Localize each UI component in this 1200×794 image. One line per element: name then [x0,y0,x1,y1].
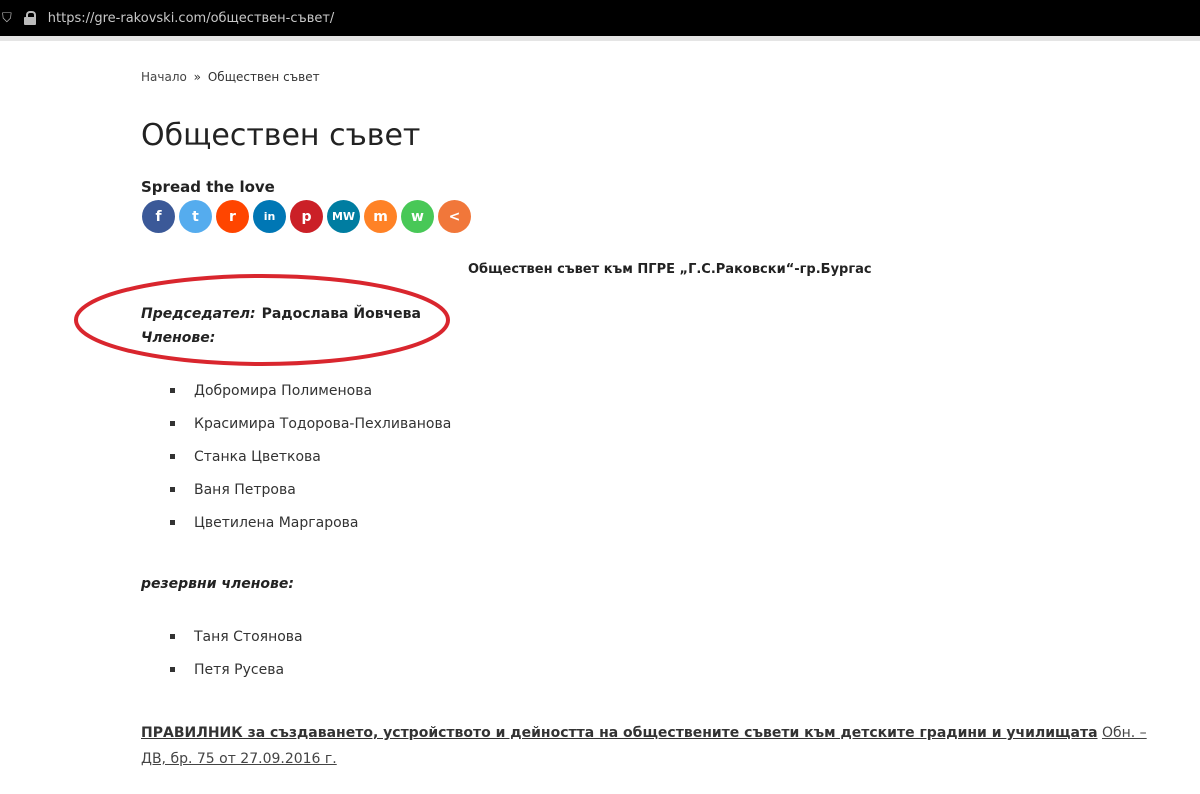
reddit-icon: r [229,208,236,225]
browser-divider [0,36,1200,41]
regulation-link[interactable]: ПРАВИЛНИК за създаването, устройството и… [141,725,1098,741]
linkedin-share-button[interactable]: in [253,200,286,233]
browser-address-bar: ⛉ https://gre-rakovski.com/обществен-съв… [0,0,1200,36]
page-title: Обществен съвет [141,118,421,153]
bullet-icon [170,634,175,639]
list-item: Таня Стоянова [170,620,303,653]
share-buttons: f t r in p MW m w < [142,200,471,233]
pinterest-icon: p [301,208,312,225]
annotation-ellipse [74,274,450,366]
twitter-share-button[interactable]: t [179,200,212,233]
shield-icon: ⛉ [2,10,12,26]
list-item: Ваня Петрова [170,473,451,506]
bullet-icon [170,487,175,492]
bullet-icon [170,667,175,672]
member-name: Станка Цветкова [194,448,321,465]
list-item: Красимира Тодорова-Пехливанова [170,407,451,440]
member-name: Цветилена Маргарова [194,514,359,531]
breadcrumb: Начало » Обществен съвет [141,70,320,84]
mix-share-button[interactable]: m [364,200,397,233]
breadcrumb-separator: » [193,70,202,84]
twitter-icon: t [192,208,199,225]
member-name: Ваня Петрова [194,481,296,498]
breadcrumb-current: Обществен съвет [207,70,320,84]
whatsapp-share-button[interactable]: w [401,200,434,233]
bullet-icon [170,421,175,426]
lock-icon [23,11,36,25]
list-item: Цветилена Маргарова [170,506,451,539]
share-heading: Spread the love [141,178,275,196]
bullet-icon [170,520,175,525]
linkedin-icon: in [263,210,276,223]
reserve-members-label: резервни членове: [141,576,294,592]
facebook-share-button[interactable]: f [142,200,175,233]
list-item: Станка Цветкова [170,440,451,473]
council-heading: Обществен съвет към ПГРЕ „Г.С.Раковски“-… [468,262,872,277]
more-icon: < [448,208,461,225]
breadcrumb-home-link[interactable]: Начало [141,70,187,84]
more-share-button[interactable]: < [438,200,471,233]
whatsapp-icon: w [411,208,424,225]
url-text[interactable]: https://gre-rakovski.com/обществен-съвет… [48,11,335,26]
mewe-share-button[interactable]: MW [327,200,360,233]
member-name: Красимира Тодорова-Пехливанова [194,415,452,432]
member-name: Добромира Полименова [194,382,373,399]
bullet-icon [170,388,175,393]
reddit-share-button[interactable]: r [216,200,249,233]
reserve-members-list: Таня Стоянова Петя Русева [170,620,303,686]
bullet-icon [170,454,175,459]
member-name: Таня Стоянова [194,628,303,645]
list-item: Добромира Полименова [170,374,451,407]
list-item: Петя Русева [170,653,303,686]
facebook-icon: f [155,208,162,225]
member-name: Петя Русева [194,661,285,678]
pinterest-share-button[interactable]: p [290,200,323,233]
mix-icon: m [373,208,388,225]
mewe-icon: MW [331,210,356,223]
regulation-paragraph: ПРАВИЛНИК за създаването, устройството и… [141,720,1151,772]
members-list: Добромира Полименова Красимира Тодорова-П… [170,374,451,539]
